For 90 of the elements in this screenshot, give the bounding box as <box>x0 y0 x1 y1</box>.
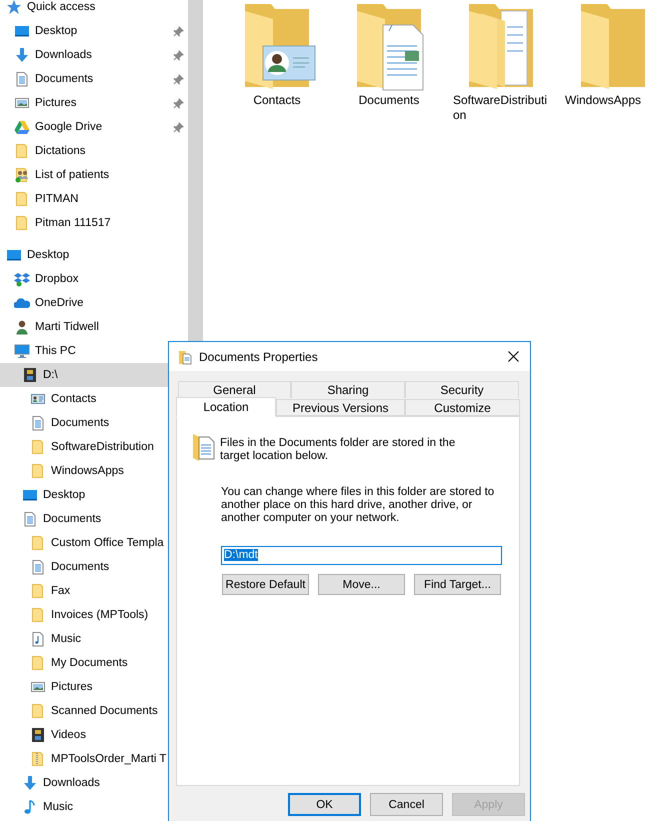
tab[interactable]: General <box>178 381 291 398</box>
nav-item[interactable]: List of patients <box>0 163 188 187</box>
nav-item[interactable]: Quick access <box>0 0 188 19</box>
computer-icon <box>14 343 30 359</box>
tab[interactable]: Location <box>176 397 276 417</box>
folder-icon <box>14 143 30 159</box>
nav-item[interactable]: Pictures <box>0 675 188 699</box>
folder-item[interactable]: WindowsApps <box>557 0 668 123</box>
nav-item[interactable]: Pitman 111517 <box>0 211 188 235</box>
folder-icon <box>14 191 30 207</box>
folder-icon <box>14 215 30 231</box>
nav-item[interactable]: Documents <box>0 507 188 531</box>
action-button[interactable]: Move... <box>318 574 405 595</box>
tab[interactable]: Customize <box>405 399 520 416</box>
nav-item[interactable]: MPToolsOrder_Marti T <box>0 747 188 771</box>
nav-item[interactable]: Dropbox <box>0 267 188 291</box>
nav-item[interactable]: Dictations <box>0 139 188 163</box>
folder-item[interactable]: Contacts <box>221 0 333 123</box>
action-button[interactable]: Restore Default <box>222 574 309 595</box>
location-field[interactable]: D:\mdt <box>221 546 502 565</box>
dialog-button[interactable]: OK <box>288 793 361 816</box>
nav-item[interactable]: PITMAN <box>0 187 188 211</box>
person-icon <box>14 319 30 335</box>
folder-icon <box>30 655 46 671</box>
folder-icon <box>30 463 46 479</box>
nav-item[interactable]: Scanned Documents <box>0 699 188 723</box>
contact-card-icon <box>30 391 46 407</box>
document-icon <box>30 559 46 575</box>
pin-icon[interactable] <box>173 73 185 85</box>
pin-icon[interactable] <box>173 121 185 133</box>
star-icon <box>6 0 22 15</box>
document-folder-icon <box>192 433 216 461</box>
pin-icon[interactable] <box>173 49 185 61</box>
pin-icon[interactable] <box>173 25 185 37</box>
film-icon <box>22 367 38 383</box>
people-folder-icon <box>14 167 30 183</box>
down-arrow-icon <box>14 47 30 63</box>
tab[interactable]: Security <box>405 381 519 398</box>
nav-item[interactable]: Invoices (MPTools) <box>0 603 188 627</box>
document-icon <box>22 511 38 527</box>
folder-icon <box>30 439 46 455</box>
monitor-icon <box>14 23 30 39</box>
nav-item[interactable]: Documents <box>0 555 188 579</box>
nav-item[interactable]: WindowsApps <box>0 459 188 483</box>
folder-item[interactable]: SoftwareDistribution <box>445 0 557 123</box>
picture-icon <box>30 679 46 695</box>
dialog-button[interactable]: Cancel <box>370 793 443 816</box>
nav-item[interactable]: Google Drive <box>0 115 188 139</box>
nav-item[interactable]: Desktop <box>0 483 188 507</box>
pin-icon[interactable] <box>173 97 185 109</box>
folder-icon <box>30 583 46 599</box>
info-text: Files in the Documents folder are stored in the target location below. <box>220 437 456 463</box>
nav-item[interactable]: Music <box>0 627 188 651</box>
nav-item[interactable]: My Documents <box>0 651 188 675</box>
music-file-icon <box>30 631 46 647</box>
triangle-icon <box>14 119 30 135</box>
nav-item[interactable]: OneDrive <box>0 291 188 315</box>
folder-icon <box>30 535 46 551</box>
nav-item[interactable]: Pictures <box>0 91 188 115</box>
folder-item[interactable]: Documents <box>333 0 445 123</box>
folder-icon <box>30 607 46 623</box>
info-text: You can change where files in this folder are stored to another place on this hard drive, another drive, or another computer on your network. <box>221 486 496 525</box>
nav-item[interactable]: Custom Office Templa <box>0 531 188 555</box>
nav-item[interactable]: Documents <box>0 67 188 91</box>
nav-item[interactable]: Desktop <box>0 243 188 267</box>
film-icon <box>30 727 46 743</box>
dialog-title: Documents Properties <box>199 350 319 364</box>
tab[interactable]: Sharing <box>291 381 405 398</box>
picture-icon <box>14 95 30 111</box>
close-icon <box>508 351 518 362</box>
nav-item[interactable]: Marti Tidwell <box>0 315 188 339</box>
nav-item[interactable]: Fax <box>0 579 188 603</box>
down-arrow-icon <box>22 775 38 791</box>
monitor-icon <box>22 487 38 503</box>
nav-item[interactable]: Downloads <box>0 43 188 67</box>
nav-item[interactable]: Desktop <box>0 19 188 43</box>
nav-item[interactable]: This PC <box>0 339 188 363</box>
zip-folder-icon <box>30 751 46 767</box>
document-icon <box>14 71 30 87</box>
folder-icon <box>178 348 192 364</box>
nav-item[interactable]: SoftwareDistribution <box>0 435 188 459</box>
dropbox-icon <box>14 271 30 287</box>
nav-item[interactable]: Music <box>0 795 188 819</box>
action-button[interactable]: Find Target... <box>414 574 501 595</box>
monitor-icon <box>6 247 22 263</box>
tab[interactable]: Previous Versions <box>276 399 405 416</box>
nav-item[interactable]: Videos <box>0 723 188 747</box>
nav-item[interactable]: Downloads <box>0 771 188 795</box>
document-icon <box>30 415 46 431</box>
folder-icon <box>30 703 46 719</box>
